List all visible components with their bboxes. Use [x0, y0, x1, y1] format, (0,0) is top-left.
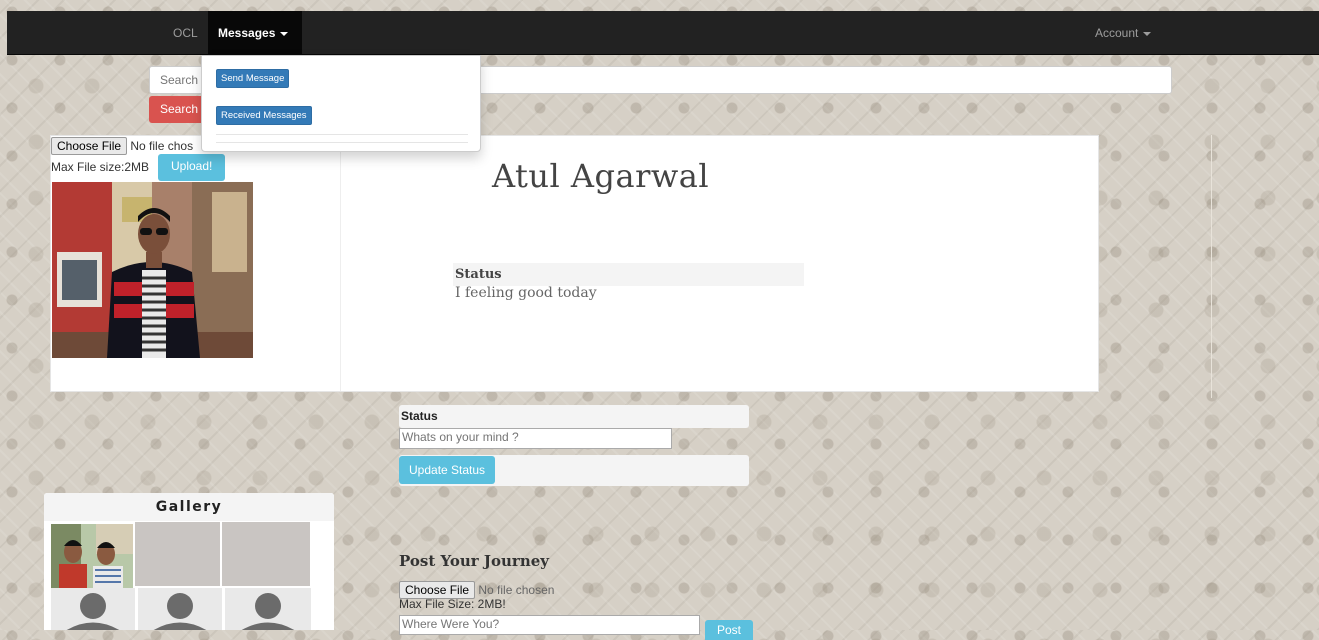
post-button[interactable]: Post: [705, 620, 753, 640]
max-file-size-label: Max File Size: 2MB!: [399, 597, 506, 611]
panel-border: [1211, 135, 1212, 398]
messages-label: Messages: [218, 26, 276, 40]
gallery-placeholder[interactable]: [138, 588, 222, 630]
messages-dropdown: Send Message Received Messages: [201, 55, 481, 152]
profile-photo-image: [52, 182, 253, 358]
user-silhouette-icon: [241, 593, 295, 630]
account-label: Account: [1095, 26, 1139, 40]
profile-name: Atul Agarwal: [492, 157, 710, 195]
messages-menu-toggle[interactable]: Messages: [208, 11, 302, 55]
gallery-thumbnail[interactable]: [135, 522, 220, 586]
status-text: I feeling good today: [455, 285, 597, 301]
max-file-size-label: Max File size:2MB: [51, 160, 150, 174]
received-messages-button[interactable]: Received Messages: [216, 106, 312, 125]
gallery-placeholder[interactable]: [51, 588, 135, 630]
user-silhouette-icon: [66, 593, 120, 630]
search-button[interactable]: Search: [149, 96, 205, 123]
dropdown-divider: [216, 142, 468, 143]
chevron-down-icon: [280, 31, 289, 36]
no-file-chosen-label: No file chosen: [478, 583, 555, 597]
top-navbar: OCL Messages Account: [7, 11, 1319, 55]
status-update-heading: Status: [399, 405, 749, 428]
status-heading: Status: [453, 263, 804, 286]
chevron-down-icon: [1143, 31, 1152, 36]
profile-divider: [340, 136, 341, 391]
user-silhouette-icon: [153, 593, 207, 630]
no-file-chosen-label: No file chos: [130, 139, 194, 153]
post-journey-title: Post Your Journey: [399, 552, 549, 570]
update-status-button[interactable]: Update Status: [399, 456, 496, 484]
dropdown-divider: [216, 134, 468, 135]
status-textarea[interactable]: [399, 428, 672, 449]
gallery-photo-image: [51, 524, 133, 588]
send-message-button[interactable]: Send Message: [216, 69, 290, 88]
journey-textarea[interactable]: [399, 615, 700, 635]
gallery-thumbnail[interactable]: [51, 524, 133, 588]
gallery-placeholder[interactable]: [225, 588, 311, 630]
profile-photo-file-input[interactable]: Choose File No file chos: [51, 137, 193, 155]
upload-button[interactable]: Upload!: [158, 154, 226, 181]
gallery-title: Gallery: [44, 493, 334, 521]
brand-link[interactable]: OCL: [163, 11, 208, 55]
gallery-panel: Gallery: [44, 493, 334, 630]
profile-photo[interactable]: [52, 182, 253, 358]
gallery-thumbnail[interactable]: [222, 522, 310, 586]
choose-file-button[interactable]: Choose File: [51, 137, 128, 155]
account-menu-toggle[interactable]: Account: [1085, 11, 1161, 55]
